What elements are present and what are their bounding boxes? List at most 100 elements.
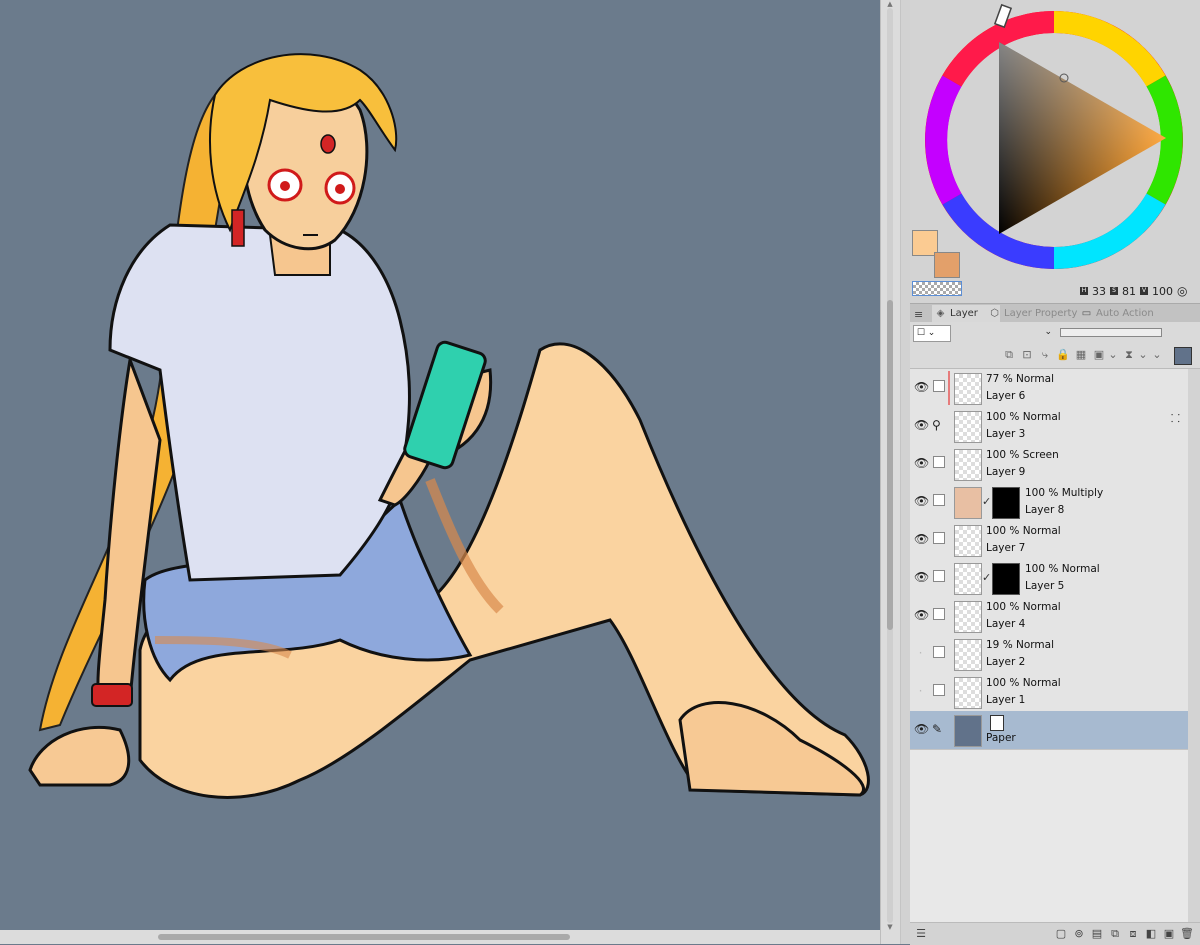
edit-mask-dropdown-icon[interactable]: ⌄	[1136, 348, 1150, 362]
color-chip-icon[interactable]: ⌄	[1150, 348, 1164, 362]
layer-row-3[interactable]: 👁 ⚲ 100 % Normal Layer 3 ⸬	[910, 407, 1188, 446]
layer-row-4[interactable]: 👁 100 % Normal Layer 4	[910, 597, 1188, 636]
layer-name: Layer 5	[1025, 580, 1065, 592]
scroll-down-icon[interactable]: ▼	[884, 923, 896, 931]
layer-checkbox[interactable]	[933, 494, 945, 506]
value-value: 100	[1152, 284, 1173, 298]
opacity-slider[interactable]	[1060, 328, 1162, 337]
horizontal-scroll-thumb[interactable]	[158, 934, 570, 940]
layer-thumbnail	[954, 601, 982, 633]
layer-opacity-mode: 100 % Screen	[986, 449, 1059, 461]
layer-opacity-mode: 100 % Normal	[986, 525, 1061, 537]
layer-row-5[interactable]: 👁 ✓ 100 % Normal Layer 5	[910, 559, 1188, 598]
tab-auto-action[interactable]: ▭ Auto Action	[1078, 305, 1176, 322]
draft-layer-icon[interactable]: ⊡	[1020, 348, 1034, 362]
layer-row-6[interactable]: 👁 77 % Normal Layer 6	[910, 369, 1188, 408]
layer-list-scrollbar[interactable]	[1188, 369, 1200, 929]
panel-menu-icon[interactable]: ≡	[914, 308, 923, 321]
layer-mask-thumbnail[interactable]	[992, 563, 1020, 595]
selected-marker	[948, 371, 950, 405]
layer-checkbox[interactable]	[933, 456, 945, 468]
canvas-horizontal-scrollbar[interactable]	[0, 930, 880, 944]
visibility-eye-icon[interactable]: 👁	[914, 723, 929, 736]
blend-mode-row: ☐ ⌄ ⌄	[910, 322, 1200, 344]
layer-name: Layer 1	[986, 694, 1026, 706]
layer-checkbox[interactable]	[933, 646, 945, 658]
layer-thumbnail	[954, 677, 982, 709]
layer-row-paper[interactable]: 👁 ✎ Paper	[910, 711, 1188, 750]
layer-name: Paper	[986, 732, 1016, 744]
layer-tools-row: ⧉ ⊡ ⤷ 🔒 ▦ ▣ ⌄ ⧗ ⌄ ⌄	[910, 344, 1200, 369]
color-settings-icon[interactable]: ◎	[1177, 284, 1187, 298]
blend-mode-dropdown[interactable]: ⌄	[956, 325, 1052, 340]
transparent-color-swatch[interactable]	[912, 281, 962, 296]
visibility-eye-icon[interactable]: 👁	[914, 571, 929, 584]
layer-row-2[interactable]: · 19 % Normal Layer 2	[910, 635, 1188, 674]
layer-checkbox[interactable]	[933, 570, 945, 582]
pen-edit-icon[interactable]: ✎	[932, 722, 946, 736]
layer-checkbox[interactable]	[933, 608, 945, 620]
mask-link-icon[interactable]: ✓	[982, 495, 991, 508]
visibility-eye-icon[interactable]: 👁	[914, 381, 929, 394]
new-vector-layer-icon[interactable]: ⊚	[1072, 927, 1086, 941]
layer-mask-thumbnail[interactable]	[992, 487, 1020, 519]
hue-icon: H	[1080, 287, 1088, 295]
right-panel: H 33 S 81 V 100 ◎ ≡ ◈ Layer ⬡ Layer Prop…	[910, 0, 1200, 945]
new-folder-icon[interactable]: ▤	[1090, 927, 1104, 941]
apply-mask-icon[interactable]: ▣	[1162, 927, 1176, 941]
layers-icon: ◈	[936, 308, 945, 319]
layer-menu-icon[interactable]: ☰	[914, 927, 928, 941]
color-wheel[interactable]	[910, 0, 1200, 290]
layer-opacity-mode: 100 % Normal	[1025, 563, 1100, 575]
artwork	[28, 53, 870, 799]
sub-color-swatch[interactable]	[934, 252, 960, 278]
create-mask-icon[interactable]: ◧	[1144, 927, 1158, 941]
visibility-eye-icon[interactable]: 👁	[914, 495, 929, 508]
reference-layer-icon[interactable]: ⧉	[1002, 348, 1016, 362]
edit-mask-icon[interactable]: ⧗	[1122, 348, 1136, 362]
layer-checkbox[interactable]	[933, 532, 945, 544]
layer-color-chip[interactable]	[1174, 347, 1192, 365]
layer-thumbnail	[954, 563, 982, 595]
layer-checkbox[interactable]	[933, 380, 945, 392]
mask-dropdown-icon[interactable]: ⌄	[1106, 348, 1120, 362]
combine-layer-icon[interactable]: ⧉	[1108, 927, 1122, 941]
lock-icon[interactable]: 🔒	[1056, 348, 1070, 362]
visibility-eye-icon[interactable]: 👁	[914, 457, 929, 470]
hidden-eye-icon[interactable]: ·	[914, 685, 927, 698]
layer-row-1[interactable]: · 100 % Normal Layer 1	[910, 673, 1188, 712]
clip-layer-icon[interactable]: ⤷	[1038, 348, 1052, 362]
reference-layer-icon: ⸬	[1170, 412, 1180, 425]
new-raster-layer-icon[interactable]: ▢	[1054, 927, 1068, 941]
layer-opacity-mode: 77 % Normal	[986, 373, 1055, 385]
layer-row-7[interactable]: 👁 100 % Normal Layer 7	[910, 521, 1188, 560]
layer-name: Layer 2	[986, 656, 1026, 668]
hidden-eye-icon[interactable]: ·	[914, 647, 927, 660]
layer-opacity-mode: 100 % Normal	[986, 601, 1061, 613]
layer-thumbnail	[954, 639, 982, 671]
scroll-up-icon[interactable]: ▲	[884, 0, 896, 8]
layer-thumbnail	[954, 411, 982, 443]
drawing-canvas[interactable]	[0, 0, 880, 944]
reference-icon[interactable]: ⚲	[932, 418, 946, 432]
visibility-eye-icon[interactable]: 👁	[914, 533, 929, 546]
layer-name: Layer 4	[986, 618, 1026, 630]
layer-color-select[interactable]: ☐ ⌄	[913, 325, 951, 342]
layer-thumbnail	[954, 449, 982, 481]
value-icon: V	[1140, 287, 1148, 295]
delete-layer-icon[interactable]: 🗑	[1180, 927, 1194, 941]
canvas-vertical-scrollbar[interactable]: ▲ ▼	[880, 0, 912, 944]
layer-row-9[interactable]: 👁 100 % Screen Layer 9	[910, 445, 1188, 484]
layer-property-icon: ⬡	[990, 308, 999, 319]
mask-icon[interactable]: ▣	[1092, 348, 1106, 362]
lock-transparent-icon[interactable]: ▦	[1074, 348, 1088, 362]
layer-name: Layer 6	[986, 390, 1026, 402]
layer-opacity-mode: 100 % Multiply	[1025, 487, 1104, 499]
scroll-thumb[interactable]	[887, 300, 893, 630]
visibility-eye-icon[interactable]: 👁	[914, 609, 929, 622]
layer-row-8[interactable]: 👁 ✓ 100 % Multiply Layer 8	[910, 483, 1188, 522]
visibility-eye-icon[interactable]: 👁	[914, 419, 929, 432]
mask-link-icon[interactable]: ✓	[982, 571, 991, 584]
merge-down-icon[interactable]: ⧈	[1126, 927, 1140, 941]
layer-checkbox[interactable]	[933, 684, 945, 696]
